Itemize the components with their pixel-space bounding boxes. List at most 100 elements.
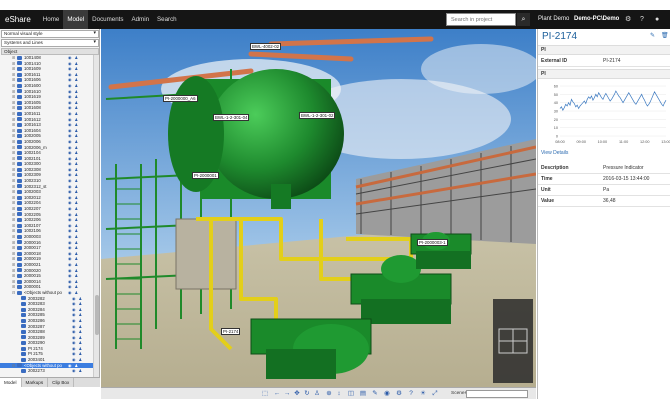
system-icon: [17, 89, 22, 94]
search-icon[interactable]: ⌕: [517, 13, 530, 26]
clip-icon[interactable]: ◫: [347, 389, 355, 398]
edit-icon[interactable]: ✎: [650, 32, 655, 39]
visibility-icon[interactable]: ◉: [72, 368, 76, 374]
description-row: Description Pressure Indicator: [538, 163, 670, 174]
lock-icon[interactable]: ♟: [79, 357, 83, 363]
tree-row[interactable]: 2002273 ◉ ♟: [0, 368, 93, 374]
gear-icon[interactable]: ⚙: [625, 10, 631, 29]
tree-scrollbar[interactable]: [93, 55, 99, 377]
system-icon: [17, 78, 22, 83]
user-name[interactable]: Demo-PC\Demo: [574, 10, 619, 29]
visibility-icon[interactable]: ◉: [68, 290, 72, 296]
tag-label[interactable]: BWL-1-2-301-04: [213, 114, 250, 121]
3d-viewport[interactable]: BWL-4002-02 PI-2000000_A6 BWL-1-2-301-04…: [101, 29, 536, 387]
system-icon: [17, 245, 22, 250]
back-icon[interactable]: ←: [273, 389, 281, 398]
row-key: Unit: [541, 187, 551, 193]
visual-style-select[interactable]: Normal visual style: [1, 30, 99, 38]
system-icon: [17, 363, 22, 368]
visibility-icon[interactable]: ◉: [68, 363, 72, 369]
system-icon: [17, 178, 22, 183]
scrollbar-thumb[interactable]: [95, 295, 99, 335]
system-icon: [17, 234, 22, 239]
brand-logo[interactable]: eShare: [0, 15, 39, 24]
project-name[interactable]: Plant Demo: [538, 10, 569, 29]
x-tick-label: 10:00: [598, 140, 608, 144]
system-icon: [17, 66, 22, 71]
system-icon: [21, 296, 26, 301]
scenes-label: Scenes: [451, 391, 467, 396]
tab-model-tree[interactable]: Model: [0, 378, 22, 387]
system-icon: [21, 307, 26, 312]
info-icon[interactable]: ?: [407, 389, 415, 398]
plant-scene: [101, 29, 536, 387]
eshare-app: eShare Home Model Documents Admin Search…: [0, 0, 670, 409]
system-icon: [17, 61, 22, 66]
system-icon: [17, 206, 22, 211]
system-icon: [17, 128, 22, 133]
tab-home[interactable]: Home: [39, 10, 64, 29]
section-header: PI: [538, 45, 670, 55]
system-icon: [17, 290, 22, 295]
forward-icon[interactable]: →: [283, 389, 291, 398]
tag-label[interactable]: BWL-1-2-301-02: [299, 112, 336, 119]
orbit-icon[interactable]: ↻: [303, 389, 311, 398]
row-value: Pa: [603, 187, 610, 193]
system-icon: [21, 341, 26, 346]
camera-icon[interactable]: ◉: [383, 389, 391, 398]
tab-markups[interactable]: Markups: [22, 378, 49, 387]
select-icon[interactable]: ⬚: [261, 389, 269, 398]
user-icon[interactable]: ●: [655, 10, 659, 29]
x-tick-label: 13:00: [661, 140, 670, 144]
system-icon: [17, 111, 22, 116]
y-tick-label: 0: [556, 135, 558, 139]
tag-label[interactable]: PI-2000003-1: [417, 239, 448, 246]
row-key: External ID: [541, 58, 568, 64]
system-icon: [17, 150, 22, 155]
tag-label[interactable]: PI-2174: [221, 328, 241, 335]
row-key: Time: [541, 176, 553, 182]
section-icon[interactable]: ▤: [359, 389, 367, 398]
tab-clip-box[interactable]: Clip Box: [48, 378, 75, 387]
system-icon: [21, 324, 26, 329]
system-icon: [17, 201, 22, 206]
tag-label[interactable]: BWL-4002-02: [250, 43, 282, 50]
lock-icon[interactable]: ♟: [79, 368, 83, 374]
light-icon[interactable]: ☀: [419, 389, 427, 398]
y-tick-label: 40: [554, 101, 558, 105]
system-icon: [17, 240, 22, 245]
settings-icon[interactable]: ⚙: [395, 389, 403, 398]
system-icon: [21, 369, 26, 374]
system-icon: [17, 122, 22, 127]
y-tick-label: 50: [554, 93, 558, 97]
help-icon[interactable]: ?: [640, 10, 644, 29]
tab-admin[interactable]: Admin: [127, 10, 153, 29]
scenes-select[interactable]: [466, 390, 528, 398]
fullscreen-icon[interactable]: ⤢: [431, 389, 439, 398]
value-row: Value 36,48: [538, 196, 670, 207]
systems-select[interactable]: Systems and Lines: [1, 39, 99, 47]
tag-label[interactable]: PI-2000000_A6: [163, 95, 198, 102]
system-icon: [17, 218, 22, 223]
system-icon: [17, 273, 22, 278]
system-icon: [21, 313, 26, 318]
measure-icon[interactable]: ↕: [335, 389, 343, 398]
system-icon: [17, 268, 22, 273]
tab-search[interactable]: Search: [153, 10, 181, 29]
trash-icon[interactable]: 🗑: [661, 32, 669, 39]
view-details-link[interactable]: View Details: [541, 150, 568, 156]
tag-label[interactable]: PI-2000001: [192, 172, 219, 179]
tab-model[interactable]: Model: [63, 10, 89, 29]
markup-icon[interactable]: ✎: [371, 389, 379, 398]
system-icon: [21, 335, 26, 340]
zoom-icon[interactable]: ⊕: [325, 389, 333, 398]
external-id-row: External ID PI-2174: [538, 56, 670, 67]
search-input[interactable]: [447, 14, 515, 25]
tab-documents[interactable]: Documents: [88, 10, 127, 29]
walk-icon[interactable]: ♙: [313, 389, 321, 398]
y-tick-label: 60: [554, 85, 558, 89]
pan-icon[interactable]: ✥: [293, 389, 301, 398]
viewport-toolbar: ⬚ ← → ✥ ↻ ♙ ⊕ ↕ ◫ ▤ ✎ ◉ ⚙ ? ☀ ⤢ Scenes: [101, 387, 536, 399]
object-column-header[interactable]: Object: [1, 48, 99, 55]
system-icon: [17, 184, 22, 189]
